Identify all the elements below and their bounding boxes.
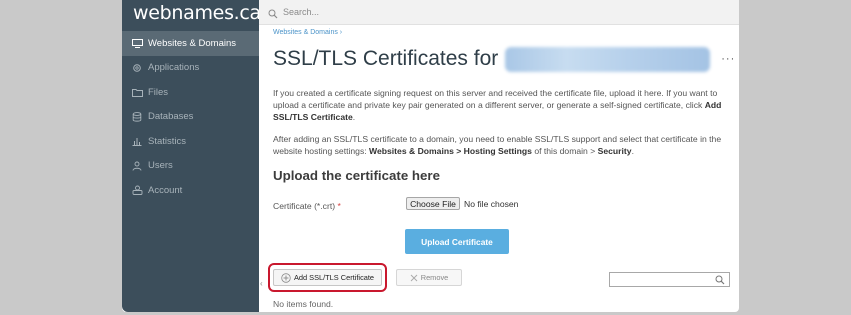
user-icon bbox=[131, 161, 143, 171]
folder-icon bbox=[131, 87, 143, 97]
account-icon bbox=[131, 185, 143, 196]
highlight-outline: Add SSL/TLS Certificate bbox=[268, 263, 387, 292]
remove-button[interactable]: Remove bbox=[396, 269, 462, 286]
intro-paragraph: If you created a certificate signing req… bbox=[273, 88, 733, 123]
sidebar-item-label: Applications bbox=[148, 62, 200, 74]
close-icon bbox=[410, 274, 418, 281]
upload-heading: Upload the certificate here bbox=[273, 168, 440, 183]
sidebar-item-label: Websites & Domains bbox=[148, 37, 236, 49]
sidebar-item-statistics[interactable]: Statistics bbox=[122, 129, 259, 154]
sidebar-item-databases[interactable]: Databases bbox=[122, 105, 259, 130]
choose-file-button[interactable]: Choose File bbox=[406, 197, 460, 210]
add-ssl-certificate-button[interactable]: Add SSL/TLS Certificate bbox=[273, 269, 382, 286]
sidebar-nav: Websites & Domains Applications Files Da… bbox=[122, 31, 259, 203]
database-icon bbox=[131, 111, 143, 122]
sidebar-item-users[interactable]: Users bbox=[122, 154, 259, 179]
sidebar-item-label: Databases bbox=[148, 111, 194, 123]
page-title: SSL/TLS Certificates for bbox=[273, 47, 499, 70]
sidebar-item-label: Users bbox=[148, 160, 173, 172]
bar-chart-icon bbox=[131, 136, 143, 147]
empty-list-message: No items found. bbox=[273, 299, 334, 309]
search-input[interactable] bbox=[283, 4, 583, 19]
top-search-bar: ? bbox=[259, 0, 739, 25]
collapse-sidebar-arrow[interactable]: ‹ bbox=[260, 279, 263, 288]
intro-text: If you created a certificate signing req… bbox=[273, 88, 718, 110]
sidebar: webnames.ca® Websites & Domains Applicat… bbox=[122, 0, 269, 312]
info-security: Security bbox=[597, 145, 632, 156]
info-text-2: of this domain > bbox=[531, 145, 598, 156]
title-row: SSL/TLS Certificates for ··· bbox=[273, 44, 735, 74]
sidebar-item-account[interactable]: Account bbox=[122, 178, 259, 203]
sidebar-item-files[interactable]: Files bbox=[122, 80, 259, 105]
sidebar-item-label: Files bbox=[148, 86, 169, 98]
certificate-label-text: Certificate (*.crt) bbox=[273, 201, 336, 211]
certificate-field-label: Certificate (*.crt) * bbox=[273, 201, 341, 211]
breadcrumb[interactable]: Websites & Domains › bbox=[273, 29, 342, 36]
blurred-domain-name bbox=[505, 46, 711, 72]
app-window: webnames.ca® Websites & Domains Applicat… bbox=[122, 0, 739, 312]
info-end: . bbox=[631, 145, 634, 156]
required-marker: * bbox=[337, 201, 341, 211]
list-search-icon[interactable] bbox=[715, 275, 725, 285]
no-file-chosen-text: No file chosen bbox=[464, 199, 519, 209]
search-icon bbox=[268, 6, 278, 24]
list-search-field[interactable] bbox=[609, 272, 730, 287]
sidebar-item-label: Statistics bbox=[148, 135, 187, 147]
add-button-label: Add SSL/TLS Certificate bbox=[293, 273, 375, 282]
intro-end: . bbox=[352, 111, 356, 122]
plus-icon bbox=[281, 272, 291, 283]
info-paragraph: After adding an SSL/TLS certificate to a… bbox=[273, 134, 733, 158]
remove-button-label: Remove bbox=[420, 273, 449, 282]
sidebar-item-websites-domains[interactable]: Websites & Domains bbox=[122, 31, 259, 56]
webnames-logo[interactable]: webnames.ca® bbox=[133, 2, 269, 24]
monitor-icon bbox=[131, 38, 143, 48]
sidebar-item-applications[interactable]: Applications bbox=[122, 56, 259, 81]
logo-text: webnames.ca bbox=[133, 2, 261, 24]
sidebar-item-label: Account bbox=[148, 184, 183, 196]
gear-icon bbox=[131, 63, 143, 73]
more-actions-button[interactable]: ··· bbox=[721, 53, 735, 65]
upload-certificate-button[interactable]: Upload Certificate bbox=[405, 229, 509, 254]
info-path: Websites & Domains > Hosting Settings bbox=[369, 145, 532, 156]
